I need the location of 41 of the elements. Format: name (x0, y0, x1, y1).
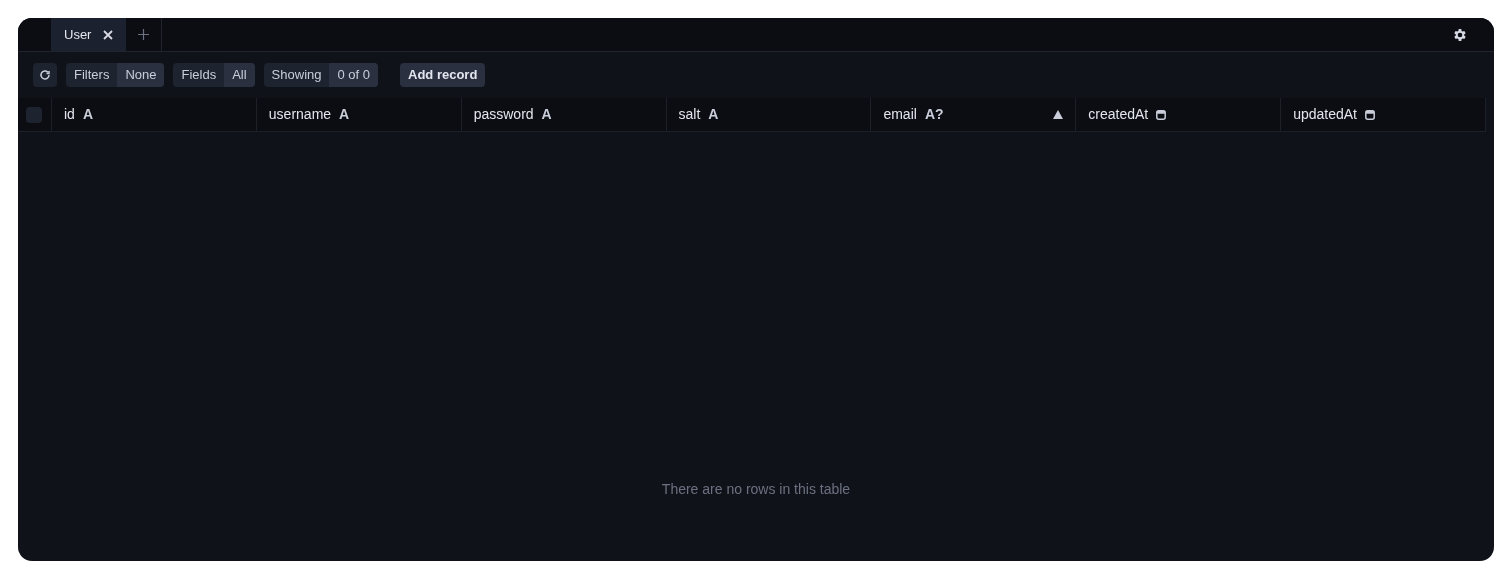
column-name: salt (678, 105, 701, 124)
column-header[interactable]: salt A (666, 98, 872, 131)
filters-label: Filters (73, 66, 111, 85)
type-label: A (339, 105, 350, 124)
close-icon[interactable] (103, 29, 114, 40)
column-name: username (268, 105, 332, 124)
type-label: A (541, 105, 552, 124)
showing-value: 0 of 0 (329, 63, 378, 87)
column-name: createdAt (1088, 105, 1149, 124)
plus-icon[interactable] (138, 29, 150, 40)
type-label: A? (924, 105, 944, 124)
column-header[interactable]: updatedAt (1281, 98, 1486, 131)
refresh-button[interactable] (33, 63, 57, 87)
tab-label: User (64, 25, 92, 44)
column-name: id (63, 105, 75, 124)
empty-message: There are no rows in this table (661, 480, 851, 499)
tab[interactable]: User (51, 18, 127, 51)
fields-value: All (224, 63, 255, 87)
add-record-button[interactable]: Add record (400, 63, 486, 87)
settings-icon[interactable] (1452, 26, 1468, 43)
column-name: password (473, 105, 534, 124)
column-header[interactable]: password A (461, 98, 667, 131)
filters-control[interactable]: Filters None (66, 63, 165, 87)
type-label: A (82, 105, 93, 124)
column-header[interactable]: id A (51, 98, 257, 131)
filters-value: None (117, 63, 165, 87)
calendar-icon (1156, 109, 1167, 120)
fields-label: Fields (180, 66, 218, 85)
fields-control[interactable]: Fields All (173, 63, 255, 87)
column-name: updatedAt (1293, 105, 1357, 124)
column-header[interactable]: createdAt (1076, 98, 1282, 131)
showing-control[interactable]: Showing 0 of 0 (263, 63, 378, 87)
refresh-icon (39, 69, 51, 81)
sort-ascending-icon[interactable] (1053, 110, 1064, 119)
calendar-icon (1364, 109, 1375, 120)
column-name: email (883, 105, 917, 124)
column-header[interactable]: email A? (871, 98, 1077, 131)
type-label: A (708, 105, 719, 124)
select-all-checkbox[interactable] (26, 106, 43, 123)
showing-label: Showing (270, 66, 323, 85)
column-header[interactable]: username A (256, 98, 462, 131)
